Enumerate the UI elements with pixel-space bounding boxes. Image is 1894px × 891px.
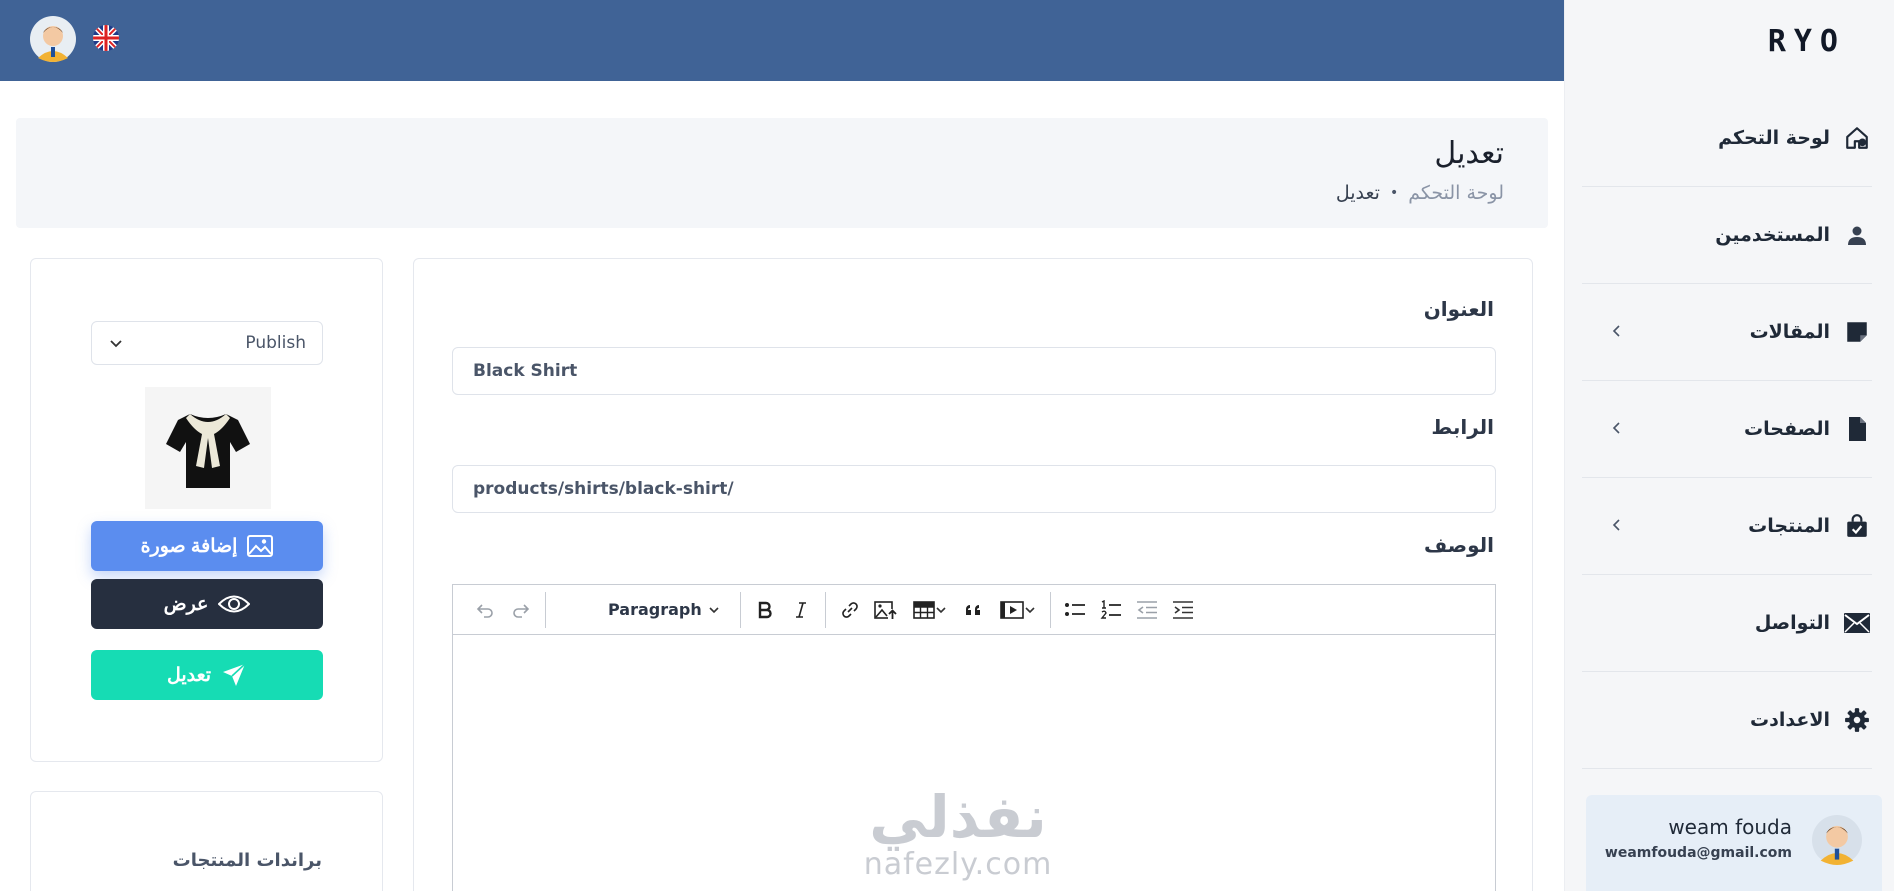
tshirt-image: [166, 414, 250, 488]
edit-form-card: العنوان الرابط الوصف Paragraph: [413, 258, 1533, 891]
view-label: عرض: [163, 593, 209, 615]
mail-icon: [1842, 608, 1872, 638]
image-icon: [247, 535, 274, 557]
insert-image-icon[interactable]: [868, 592, 904, 628]
sidebar-item-label: الصفحات: [1744, 418, 1830, 440]
sidebar-item-label: المنتجات: [1748, 515, 1830, 537]
sidebar-item-articles[interactable]: المقالات: [1582, 284, 1872, 381]
title-label: العنوان: [1423, 297, 1494, 321]
slug-input[interactable]: [452, 465, 1496, 513]
shopping-bag-icon: [1842, 511, 1872, 541]
send-icon: [223, 663, 246, 686]
toolbar-separator: [1049, 591, 1051, 628]
chevron-down-icon: [1025, 606, 1035, 613]
table-icon[interactable]: [904, 592, 956, 628]
file-icon: [1842, 414, 1872, 444]
avatar: [1812, 815, 1862, 865]
breadcrumb: لوحة التحكم • تعديل: [1336, 182, 1504, 204]
sidebar-item-dashboard[interactable]: لوحة التحكم: [1582, 90, 1872, 187]
sidebar-item-settings[interactable]: الاعدادت: [1582, 672, 1872, 769]
editor-toolbar: Paragraph: [453, 585, 1495, 635]
status-select[interactable]: Publish: [91, 321, 323, 365]
watermark: نفذلي nafezly.com: [848, 785, 1068, 881]
redo-icon[interactable]: [503, 592, 539, 628]
sidebar-item-pages[interactable]: الصفحات: [1582, 381, 1872, 478]
add-image-label: إضافة صورة: [140, 535, 238, 557]
sidebar-item-products[interactable]: المنتجات: [1582, 478, 1872, 575]
user-card[interactable]: weam fouda weamfouda@gmail.com: [1586, 795, 1882, 891]
edit-submit-button[interactable]: تعديل: [91, 650, 323, 700]
sidebar-item-users[interactable]: المستخدمين: [1582, 187, 1872, 284]
toolbar-separator: [545, 591, 546, 628]
eye-icon: [218, 595, 251, 613]
view-button[interactable]: عرض: [91, 579, 323, 629]
breadcrumb-link-dashboard[interactable]: لوحة التحكم: [1408, 182, 1504, 204]
home-icon: [1842, 123, 1872, 153]
media-embed-icon[interactable]: [992, 592, 1044, 628]
numbered-list-icon[interactable]: [1093, 592, 1129, 628]
product-image: [145, 387, 271, 509]
publish-card: Publish إضافة صورة عرض تعديل: [30, 258, 383, 762]
title-input[interactable]: [452, 347, 1496, 395]
bold-icon[interactable]: [747, 592, 783, 628]
rich-text-editor: Paragraph نفذلي nafezly.com: [452, 584, 1496, 891]
sidebar-item-contact[interactable]: التواصل: [1582, 575, 1872, 672]
chevron-left-icon: [1612, 422, 1620, 434]
chevron-left-icon: [1612, 519, 1620, 531]
sidebar-item-label: لوحة التحكم: [1718, 127, 1830, 149]
indent-icon[interactable]: [1165, 592, 1201, 628]
avatar[interactable]: [30, 16, 76, 62]
user-name: weam fouda: [1668, 815, 1792, 839]
outdent-icon[interactable]: [1129, 592, 1165, 628]
logo: RYO: [1767, 24, 1846, 59]
edit-label: تعديل: [166, 664, 212, 686]
chevron-down-icon: [110, 340, 122, 348]
sidebar: RYO لوحة التحكم المستخدمين المقالات الصف…: [1564, 0, 1894, 891]
uk-flag-icon[interactable]: [93, 25, 119, 51]
italic-icon[interactable]: [783, 592, 819, 628]
breadcrumb-current: تعديل: [1335, 182, 1380, 204]
status-value: Publish: [245, 333, 306, 353]
link-icon[interactable]: [832, 592, 868, 628]
note-icon: [1842, 317, 1872, 347]
gear-icon: [1842, 705, 1872, 735]
toolbar-separator: [824, 591, 826, 628]
brands-title: براندات المنتجات: [172, 850, 322, 871]
sidebar-item-label: التواصل: [1754, 612, 1830, 634]
undo-icon[interactable]: [467, 592, 503, 628]
sidebar-item-label: الاعدادت: [1750, 709, 1830, 731]
watermark-latin: nafezly.com: [863, 847, 1053, 882]
paragraph-dropdown[interactable]: Paragraph: [552, 592, 734, 628]
topbar: [0, 0, 1564, 81]
breadcrumb-separator: •: [1389, 185, 1399, 201]
user-email: weamfouda@gmail.com: [1604, 845, 1792, 861]
chevron-left-icon: [1612, 325, 1620, 337]
sidebar-item-label: المستخدمين: [1715, 224, 1830, 246]
user-icon: [1842, 220, 1872, 250]
description-label: الوصف: [1423, 533, 1494, 557]
watermark-arabic: نفذلي: [869, 783, 1047, 851]
brands-card: براندات المنتجات: [30, 791, 383, 891]
bulleted-list-icon[interactable]: [1057, 592, 1093, 628]
add-image-button[interactable]: إضافة صورة: [91, 521, 323, 571]
sidebar-item-label: المقالات: [1749, 321, 1830, 343]
toolbar-separator: [739, 591, 741, 628]
editor-content[interactable]: نفذلي nafezly.com: [453, 635, 1495, 891]
chevron-down-icon: [709, 606, 719, 613]
chevron-down-icon: [936, 606, 946, 613]
page-header: تعديل لوحة التحكم • تعديل: [16, 118, 1548, 228]
page-title: تعديل: [1434, 136, 1504, 171]
slug-label: الرابط: [1431, 415, 1494, 439]
blockquote-icon[interactable]: [956, 592, 992, 628]
paragraph-label: Paragraph: [608, 600, 702, 619]
